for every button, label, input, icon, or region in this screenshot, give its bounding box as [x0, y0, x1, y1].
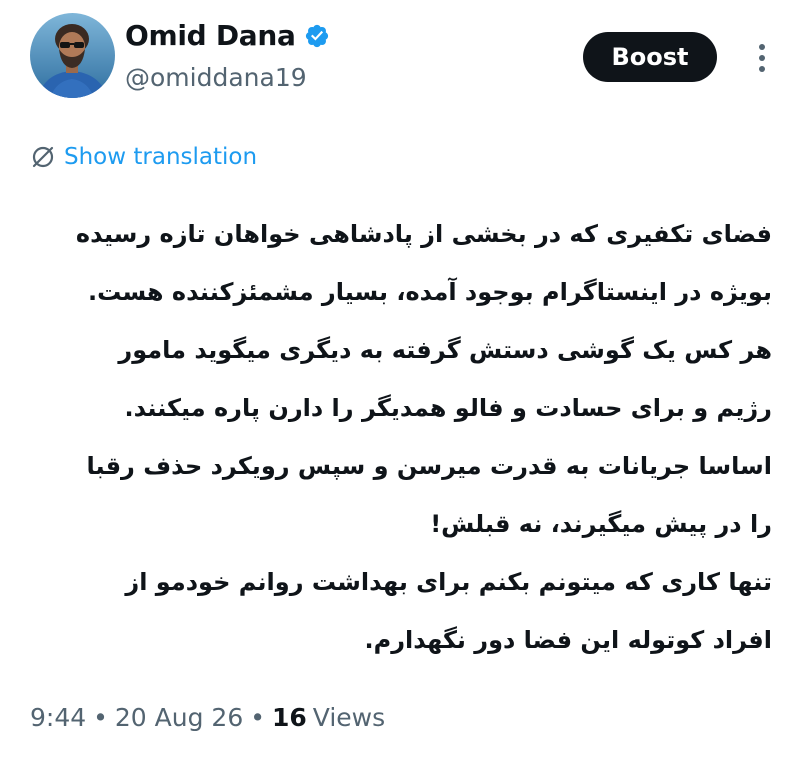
- tweet-line: رژیم و برای حسادت و فالو همدیگر را دارن …: [124, 394, 772, 422]
- display-name[interactable]: Omid Dana: [125, 18, 296, 54]
- tweet-line: فضای تکفیری که در بخشی از پادشاهی خواهان…: [75, 220, 772, 248]
- more-vertical-icon: [759, 44, 765, 72]
- avatar[interactable]: [30, 13, 115, 98]
- tweet-date[interactable]: 20 Aug 26: [115, 698, 243, 738]
- author-handle[interactable]: @omiddana19: [125, 62, 307, 94]
- tweet-line: تنها کاری که میتونم بکنم برای بهداشت روا…: [125, 568, 772, 596]
- translate-icon: [30, 144, 56, 170]
- boost-button[interactable]: Boost: [583, 32, 717, 82]
- verified-badge-icon: [304, 23, 330, 49]
- meta-separator: •: [250, 703, 265, 732]
- views-count[interactable]: 16: [272, 698, 313, 738]
- tweet-text: فضای تکفیری که در بخشی از پادشاهی خواهان…: [20, 205, 772, 669]
- tweet-line: اساسا جریانات به قدرت میرسن و سپس رویکرد…: [86, 452, 772, 480]
- tweet-line: را در پیش میگیرند، نه قبلش!: [430, 510, 772, 538]
- views-label: Views: [312, 703, 386, 732]
- more-options-button[interactable]: [744, 40, 780, 76]
- author-name-row: Omid Dana: [125, 18, 330, 54]
- tweet-time[interactable]: 9:44: [30, 698, 86, 738]
- tweet-line: افراد کوتوله این فضا دور نگهدارم.: [364, 626, 772, 654]
- show-translation-link[interactable]: Show translation: [64, 140, 257, 174]
- tweet-line: بویژه در اینستاگرام بوجود آمده، بسیار مش…: [87, 278, 772, 306]
- avatar-photo: [30, 13, 115, 98]
- tweet-line: هر کس یک گوشی دستش گرفته به دیگری میگوید…: [118, 336, 772, 364]
- show-translation[interactable]: Show translation: [30, 140, 257, 174]
- tweet-meta: 9:44 • 20 Aug 26 • 16 Views: [30, 698, 385, 738]
- meta-separator: •: [93, 703, 108, 732]
